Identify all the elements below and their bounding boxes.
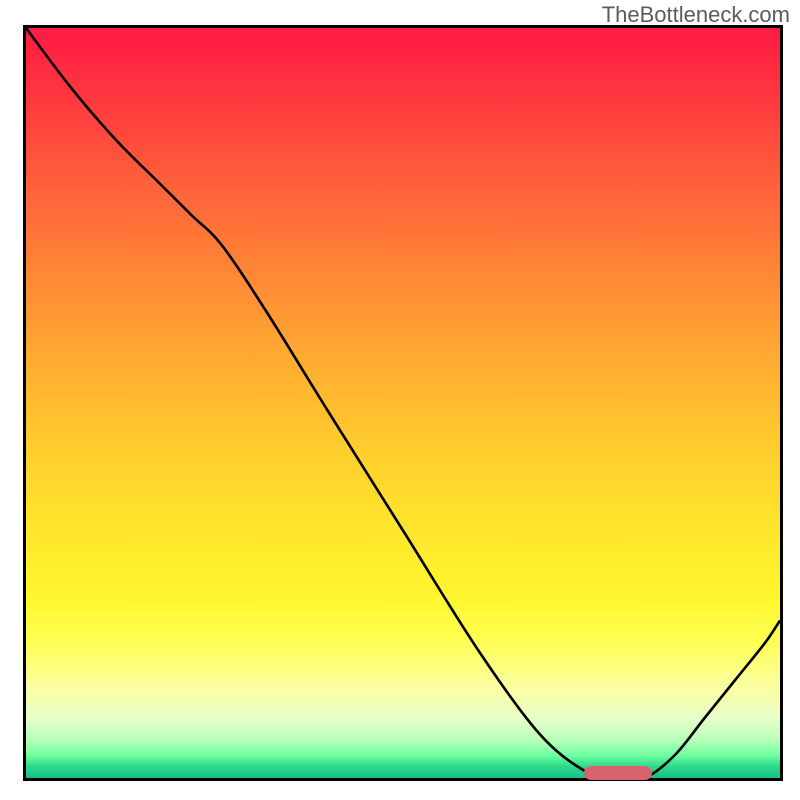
optimum-marker [584, 766, 652, 780]
plot-area [23, 25, 783, 781]
watermark-text: TheBottleneck.com [602, 2, 790, 28]
chart-container: TheBottleneck.com [0, 0, 800, 800]
curve-svg [26, 28, 780, 778]
curve-path [26, 28, 780, 778]
